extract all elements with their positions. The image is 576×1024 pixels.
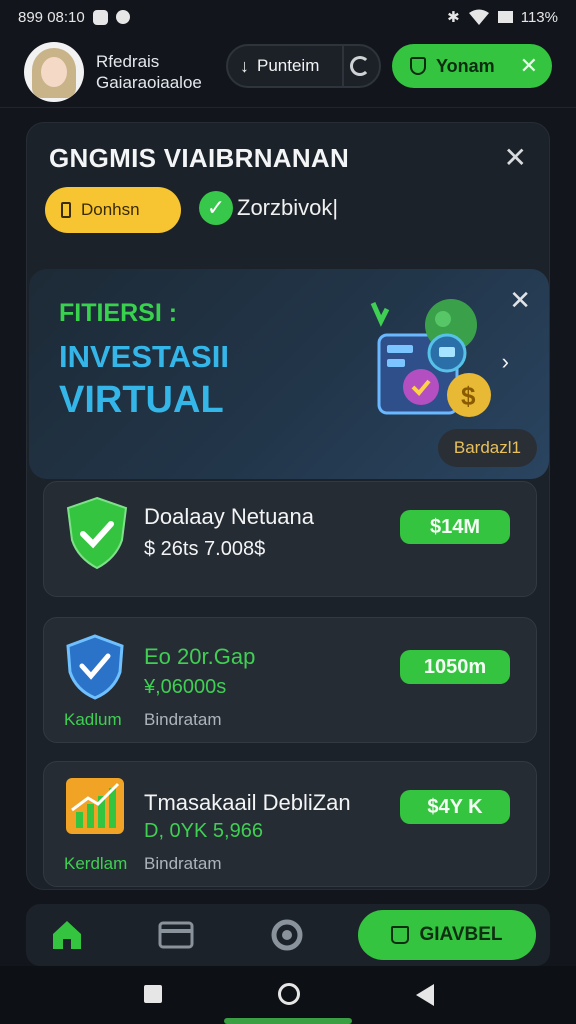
svg-text:$: $ xyxy=(461,381,476,411)
promo-badge-button[interactable]: Bardazl1 xyxy=(437,429,537,467)
pill-divider xyxy=(342,46,344,86)
main-card: GNGMIS VIAIBRNANAN ✕ Donhsn ✓ Zorzbivok|… xyxy=(26,122,550,890)
document-tag-label: Donhsn xyxy=(81,200,140,219)
item-subtitle: D, 0YK 5,966 xyxy=(144,820,263,842)
checkout-label: GIAVBEL xyxy=(419,924,503,945)
verified-status: ✓ Zorzbivok| xyxy=(199,191,338,225)
promo-headline-line2: VIRTUAL xyxy=(59,379,224,421)
bluetooth-icon: ✱ xyxy=(447,9,460,26)
item-title: Doalaay Netuana xyxy=(144,504,315,529)
item-subtitle: ¥,06000s xyxy=(144,676,227,698)
shield-icon xyxy=(410,57,426,75)
promo-headline-line1: INVESTASII xyxy=(59,339,229,374)
growth-chart-icon xyxy=(66,778,124,834)
item-title: Eo 20r.Gap xyxy=(144,644,256,669)
home-icon[interactable] xyxy=(50,918,84,952)
battery-percent: 113% xyxy=(520,8,558,26)
wifi-icon xyxy=(468,9,489,25)
checkout-button[interactable]: GIAVBEL xyxy=(358,910,536,960)
item-title: Tmasakaail DebliZan xyxy=(144,790,351,815)
status-left: 899 08:10 xyxy=(18,9,130,26)
document-tag-button[interactable]: Donhsn xyxy=(45,187,181,233)
system-nav-bar xyxy=(0,966,576,1024)
bottom-nav: GIAVBEL xyxy=(26,904,550,966)
settings-icon xyxy=(115,10,130,24)
item-label-left: Kerdlam xyxy=(64,854,128,873)
primary-action-label: Yonam xyxy=(436,55,495,76)
item-label-right: Bindratam xyxy=(144,710,222,729)
download-arrow-icon: ↓ xyxy=(240,55,249,76)
download-pill-button[interactable]: ↓ Punteim xyxy=(226,44,381,88)
refresh-icon[interactable] xyxy=(350,56,370,76)
status-time: 899 08:10 xyxy=(18,8,85,26)
list-item[interactable]: Doalaay Netuana $ 26ts 7.008$ $14M xyxy=(43,481,537,597)
battery-icon xyxy=(497,11,513,23)
shopping-bag-icon xyxy=(391,926,410,944)
settings-icon[interactable] xyxy=(270,918,304,952)
recent-apps-icon[interactable] xyxy=(144,985,162,1003)
item-value-badge[interactable]: $4Y K xyxy=(400,790,510,824)
gesture-bar xyxy=(224,1018,352,1024)
investment-illustration-icon: $ xyxy=(370,299,491,417)
check-icon: ✓ xyxy=(199,191,233,225)
avatar-face xyxy=(41,56,67,87)
item-label-left: Kadlum xyxy=(64,710,122,729)
download-pill-label: Punteim xyxy=(257,56,320,75)
card-title: GNGMIS VIAIBRNANAN xyxy=(49,143,350,173)
wallet-icon[interactable] xyxy=(158,918,194,952)
system-home-icon[interactable] xyxy=(278,983,300,1005)
list-item[interactable]: Tmasakaail DebliZan D, 0YK 5,966 Kerdlam… xyxy=(43,761,537,887)
card-close-icon[interactable]: ✕ xyxy=(504,141,527,174)
user-names: Rfedrais Gaiaraoiaaloe xyxy=(96,51,202,93)
promo-close-icon[interactable]: ✕ xyxy=(509,285,531,316)
back-icon[interactable] xyxy=(416,984,434,1006)
promo-banner[interactable]: FITIERSI : INVESTASII VIRTUAL ✕ $ › Bard… xyxy=(29,269,549,479)
user-name-line1: Rfedrais xyxy=(96,51,160,71)
shield-check-icon xyxy=(66,496,128,570)
promo-next-icon[interactable]: › xyxy=(502,349,509,375)
user-name-line2: Gaiaraoiaaloe xyxy=(96,72,202,92)
document-icon xyxy=(61,202,71,218)
notification-icon xyxy=(92,9,108,25)
item-subtitle: $ 26ts 7.008$ xyxy=(144,538,266,560)
primary-action-button[interactable]: Yonam ✕ xyxy=(392,44,552,88)
status-right: ✱ 113% xyxy=(447,8,558,27)
item-value-badge[interactable]: $14M xyxy=(400,510,510,544)
item-value-badge[interactable]: 1050m xyxy=(400,650,510,684)
shield-badge-icon xyxy=(66,634,124,700)
verified-label: Zorzbivok| xyxy=(237,195,339,220)
status-bar: 899 08:10 ✱ 113% xyxy=(0,0,576,34)
list-item[interactable]: Eo 20r.Gap ¥,06000s Kadlum Bindratam 105… xyxy=(43,617,537,743)
promo-kicker: FITIERSI : xyxy=(59,299,178,327)
avatar[interactable] xyxy=(24,41,84,102)
close-icon[interactable]: ✕ xyxy=(520,53,538,79)
app-header: Rfedrais Gaiaraoiaaloe ↓ Punteim Yonam ✕ xyxy=(0,36,576,108)
item-label-right: Bindratam xyxy=(144,854,222,873)
